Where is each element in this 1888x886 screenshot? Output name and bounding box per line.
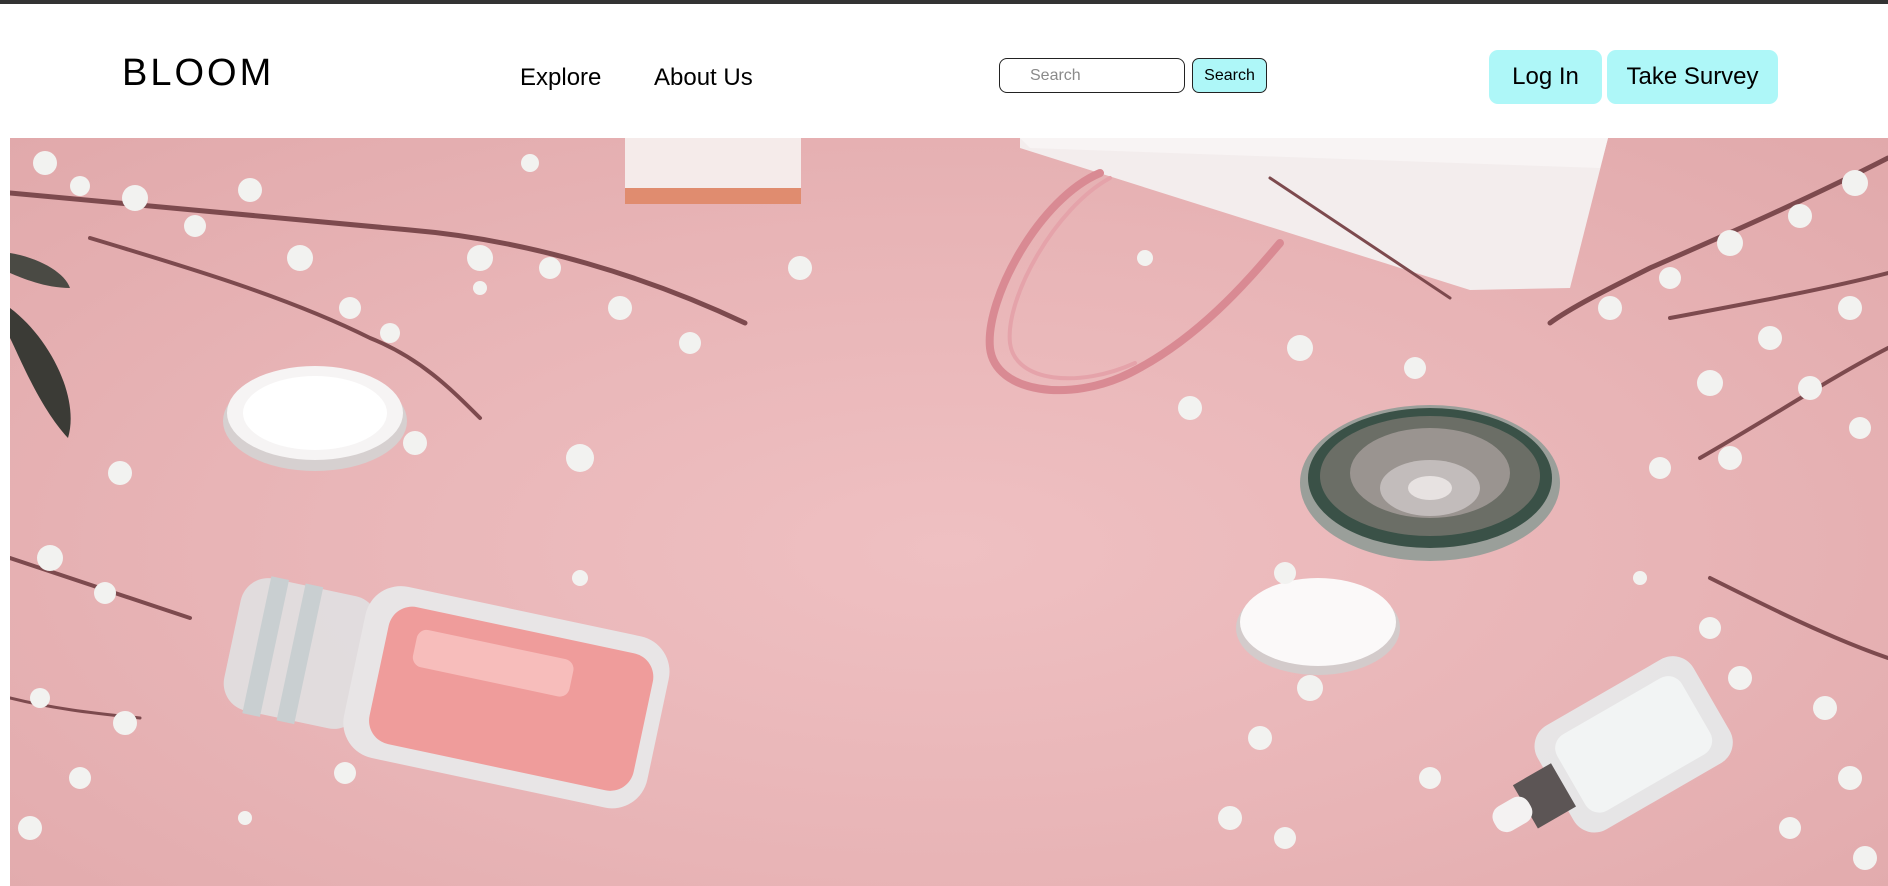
search-input[interactable] — [999, 58, 1185, 93]
cream-jar — [223, 366, 407, 471]
nav-link-explore[interactable]: Explore — [520, 64, 601, 92]
white-lid — [1236, 578, 1400, 675]
hero-illustration — [10, 138, 1888, 870]
navbar: BLOOM Explore About Us Search Log In Tak… — [0, 4, 1888, 138]
leaves — [10, 253, 71, 438]
glass-bowl — [1300, 405, 1560, 561]
pink-lotion-bottle — [223, 576, 670, 809]
product-box — [625, 138, 801, 204]
nav-link-about-us[interactable]: About Us — [654, 64, 753, 92]
log-in-button[interactable]: Log In — [1489, 50, 1602, 104]
dropper-bottle — [1492, 656, 1733, 833]
take-survey-button[interactable]: Take Survey — [1607, 50, 1778, 104]
brand-logo[interactable]: BLOOM — [122, 52, 274, 95]
hero-image — [10, 138, 1888, 886]
search-button[interactable]: Search — [1192, 58, 1267, 93]
